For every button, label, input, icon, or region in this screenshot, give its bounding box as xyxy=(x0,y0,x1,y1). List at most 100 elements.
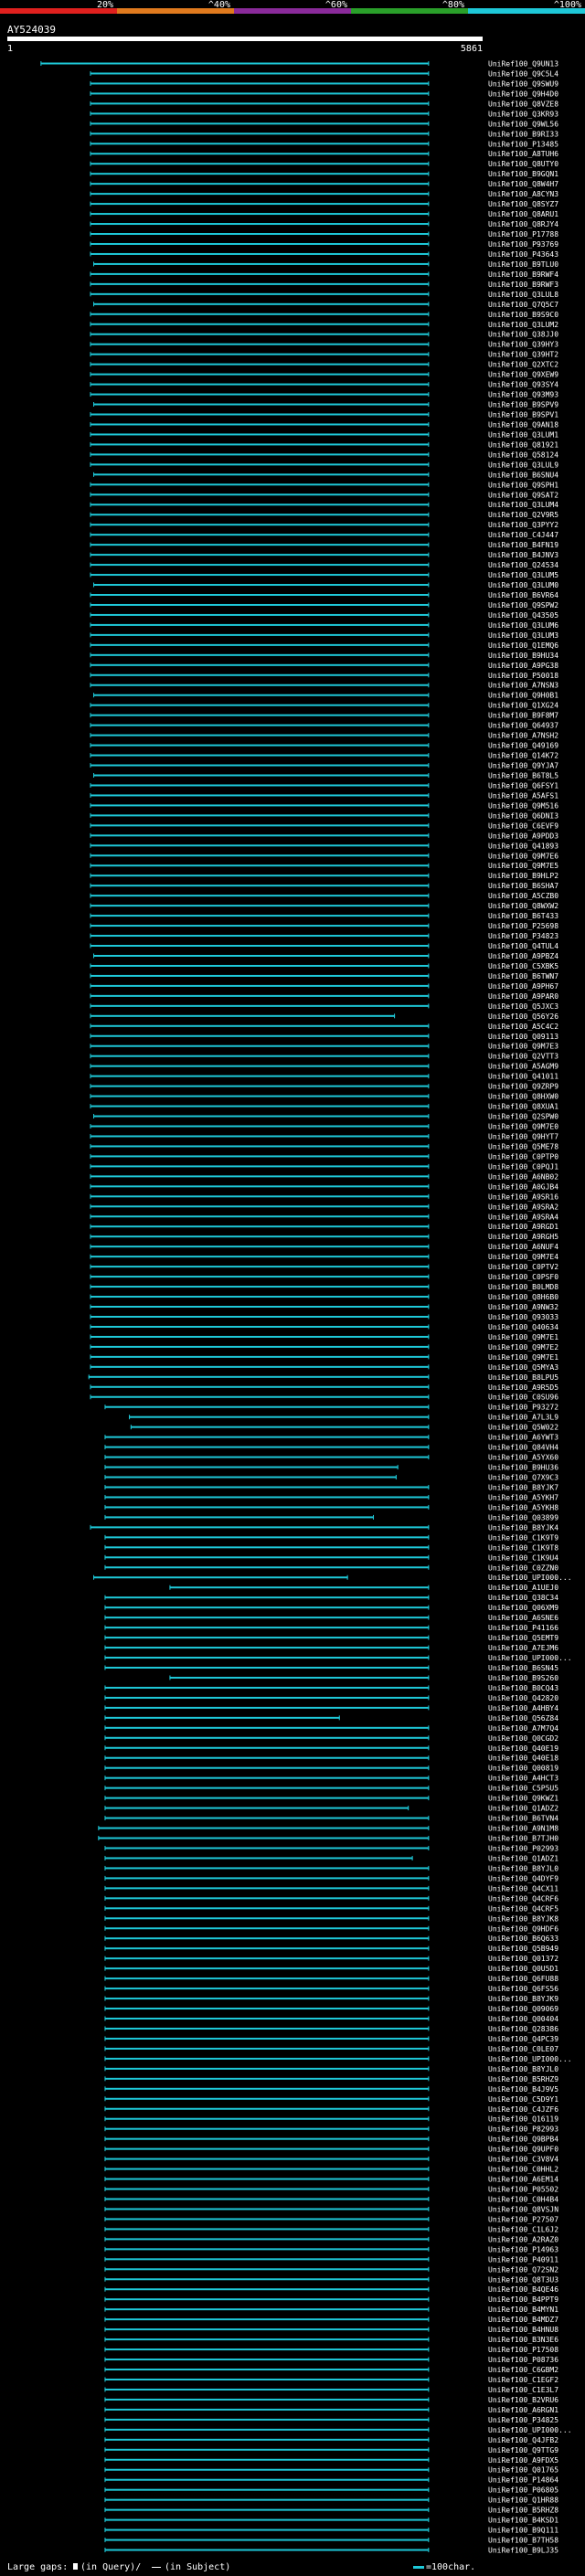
hit-label[interactable]: UniRef100_B6T8L5 xyxy=(488,771,558,779)
hit-bar[interactable] xyxy=(90,1125,430,1128)
hit-bar[interactable] xyxy=(104,1947,430,1950)
hit-label[interactable]: UniRef100_A9SRA2 xyxy=(488,1203,558,1211)
hit-row[interactable]: UniRef100_B4PPT9 xyxy=(104,2295,558,2304)
hit-label[interactable]: UniRef100_C6GBM2 xyxy=(488,2366,558,2374)
hit-row[interactable]: UniRef100_P05502 xyxy=(104,2186,558,2194)
hit-row[interactable]: UniRef100_C6GBM2 xyxy=(104,2366,558,2374)
hit-row[interactable]: UniRef100_B8YJK9 xyxy=(104,1995,558,2003)
hit-row[interactable]: UniRef100_Q8WXW2 xyxy=(90,902,558,910)
hit-bar[interactable] xyxy=(90,1014,396,1017)
hit-row[interactable]: UniRef100_Q9TTG9 xyxy=(104,2446,558,2454)
hit-row[interactable]: UniRef100_A9NW32 xyxy=(90,1303,558,1311)
hit-bar[interactable] xyxy=(104,1617,430,1619)
hit-label[interactable]: UniRef100_C1K9U4 xyxy=(488,1553,558,1562)
hit-bar[interactable] xyxy=(90,272,430,275)
hit-label[interactable]: UniRef100_Q9M7E1 xyxy=(488,1333,558,1341)
hit-label[interactable]: UniRef100_B6TWN7 xyxy=(488,972,558,981)
hit-bar[interactable] xyxy=(104,1405,430,1408)
hit-label[interactable]: UniRef100_Q01765 xyxy=(488,2466,558,2475)
hit-label[interactable]: UniRef100_Q8T3U3 xyxy=(488,2275,558,2284)
hit-label[interactable]: UniRef100_B6SHA7 xyxy=(488,882,558,890)
hit-row[interactable]: UniRef100_B9HU36 xyxy=(104,1464,558,1472)
hit-label[interactable]: UniRef100_P93272 xyxy=(488,1404,558,1412)
hit-row[interactable]: UniRef100_P27507 xyxy=(104,2215,558,2223)
hit-label[interactable]: UniRef100_Q9YJA7 xyxy=(488,762,558,770)
hit-bar[interactable] xyxy=(90,964,430,967)
hit-bar[interactable] xyxy=(90,905,430,907)
hit-row[interactable]: UniRef100_Q28386 xyxy=(104,2025,558,2033)
hit-bar[interactable] xyxy=(104,2077,430,2080)
hit-bar[interactable] xyxy=(104,2338,430,2341)
hit-bar[interactable] xyxy=(104,2348,430,2351)
hit-row[interactable]: UniRef100_A4HBY4 xyxy=(104,1704,558,1712)
hit-bar[interactable] xyxy=(93,954,430,957)
hit-bar[interactable] xyxy=(90,1165,430,1168)
hit-label[interactable]: UniRef100_A6SNE6 xyxy=(488,1614,558,1622)
hit-label[interactable]: UniRef100_A2RAZ0 xyxy=(488,2235,558,2243)
hit-label[interactable]: UniRef100_A8CYN3 xyxy=(488,190,558,198)
hit-bar[interactable] xyxy=(104,2528,430,2531)
hit-row[interactable]: UniRef100_C0PTV2 xyxy=(90,1263,558,1271)
hit-bar[interactable] xyxy=(90,1395,430,1398)
hit-bar[interactable] xyxy=(104,2168,430,2170)
hit-label[interactable]: UniRef100_Q42820 xyxy=(488,1694,558,1702)
hit-label[interactable]: UniRef100_B9GQN1 xyxy=(488,170,558,178)
hit-label[interactable]: UniRef100_C0ZZN0 xyxy=(488,1564,558,1572)
hit-bar[interactable] xyxy=(90,925,430,928)
hit-label[interactable]: UniRef100_Q9H4D0 xyxy=(488,90,558,98)
hit-bar[interactable] xyxy=(93,1115,430,1118)
hit-bar[interactable] xyxy=(90,173,430,175)
hit-label[interactable]: UniRef100_Q4DYF9 xyxy=(488,1874,558,1882)
hit-bar[interactable] xyxy=(104,1546,430,1549)
hit-bar[interactable] xyxy=(104,2408,430,2411)
hit-row[interactable]: UniRef100_Q9WL56 xyxy=(90,120,558,128)
hit-bar[interactable] xyxy=(93,1576,348,1579)
hit-row[interactable]: UniRef100_Q1HR88 xyxy=(104,2496,558,2505)
hit-label[interactable]: UniRef100_P14963 xyxy=(488,2245,558,2253)
hit-bar[interactable] xyxy=(104,1867,430,1870)
hit-bar[interactable] xyxy=(104,1776,430,1779)
hit-bar[interactable] xyxy=(90,633,430,636)
hit-row[interactable]: UniRef100_Q9SWU9 xyxy=(90,80,558,88)
hit-row[interactable]: UniRef100_P25698 xyxy=(90,922,558,930)
hit-bar[interactable] xyxy=(104,1957,430,1960)
hit-label[interactable]: UniRef100_B9LJ35 xyxy=(488,2547,558,2555)
hit-label[interactable]: UniRef100_B6T433 xyxy=(488,912,558,920)
hit-row[interactable]: UniRef100_Q4PC39 xyxy=(104,2035,558,2043)
hit-row[interactable]: UniRef100_B4QE46 xyxy=(104,2285,558,2294)
hit-label[interactable]: UniRef100_B8YJK4 xyxy=(488,1523,558,1532)
hit-label[interactable]: UniRef100_Q9C5L4 xyxy=(488,69,558,78)
hit-label[interactable]: UniRef100_Q9M7E5 xyxy=(488,862,558,870)
hit-bar[interactable] xyxy=(90,383,430,386)
hit-row[interactable]: UniRef100_Q58124 xyxy=(90,451,558,459)
hit-bar[interactable] xyxy=(90,1055,430,1057)
hit-label[interactable]: UniRef100_B6SN45 xyxy=(488,1664,558,1672)
hit-row[interactable]: UniRef100_P82993 xyxy=(104,2125,558,2134)
hit-label[interactable]: UniRef100_C0SU96 xyxy=(488,1394,558,1402)
hit-row[interactable]: UniRef100_B8YJK4 xyxy=(90,1523,558,1532)
hit-row[interactable]: UniRef100_Q5W022 xyxy=(130,1424,558,1432)
hit-row[interactable]: UniRef100_Q3LUM5 xyxy=(90,571,558,579)
hit-row[interactable]: UniRef100_A9RGD1 xyxy=(90,1223,558,1231)
hit-bar[interactable] xyxy=(90,102,430,105)
hit-bar[interactable] xyxy=(104,2127,430,2130)
hit-bar[interactable] xyxy=(90,1034,430,1037)
hit-label[interactable]: UniRef100_P43643 xyxy=(488,250,558,259)
hit-row[interactable]: UniRef100_Q16119 xyxy=(104,2115,558,2124)
hit-label[interactable]: UniRef100_UPI000... xyxy=(488,1574,572,1582)
hit-label[interactable]: UniRef100_Q9XEW9 xyxy=(488,371,558,379)
hit-label[interactable]: UniRef100_Q8HXW0 xyxy=(488,1093,558,1101)
hit-bar[interactable] xyxy=(104,1596,430,1599)
hit-bar[interactable] xyxy=(98,1827,430,1829)
hit-label[interactable]: UniRef100_B9SPV1 xyxy=(488,411,558,419)
hit-label[interactable]: UniRef100_A7NSH2 xyxy=(488,732,558,740)
hit-bar[interactable] xyxy=(90,373,430,376)
hit-bar[interactable] xyxy=(90,1155,430,1158)
hit-label[interactable]: UniRef100_Q56Z84 xyxy=(488,1714,558,1723)
hit-bar[interactable] xyxy=(90,443,430,446)
hit-bar[interactable] xyxy=(93,473,430,476)
hit-row[interactable]: UniRef100_P93769 xyxy=(90,240,558,249)
hit-label[interactable]: UniRef100_A5AGM9 xyxy=(488,1063,558,1071)
hit-row[interactable]: UniRef100_Q38JJ0 xyxy=(90,331,558,339)
hit-row[interactable]: UniRef100_B4J9V5 xyxy=(104,2085,558,2094)
